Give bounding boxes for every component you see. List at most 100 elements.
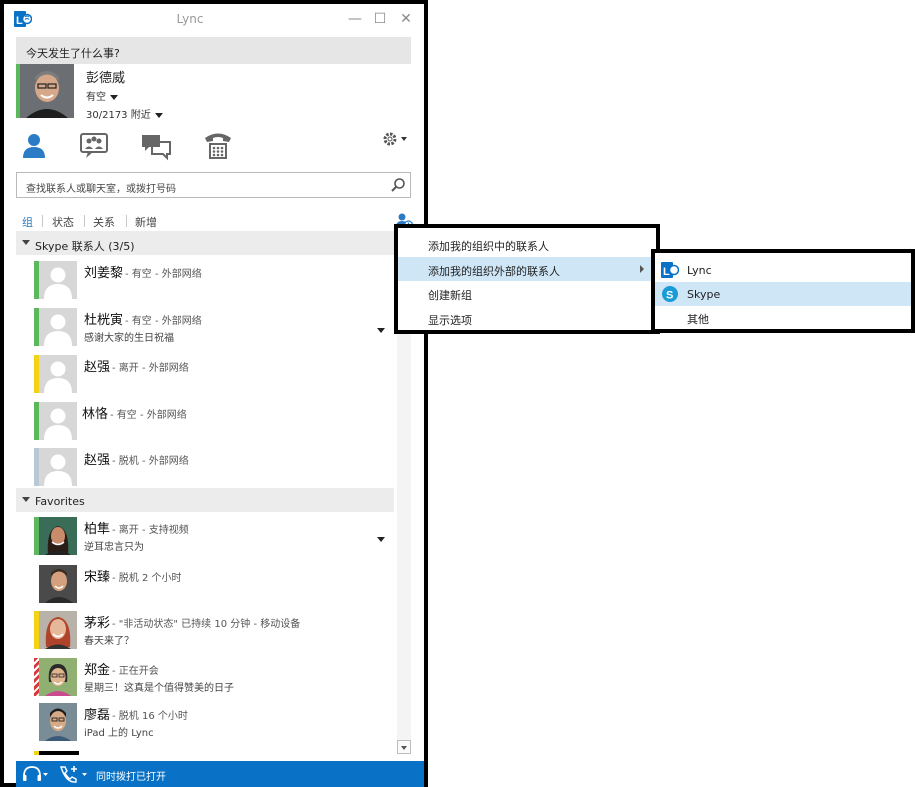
close-button[interactable]: ✕ <box>396 9 416 29</box>
contact-name: 刘姜黎 <box>84 266 124 281</box>
my-name: 彭德威 <box>86 71 126 86</box>
contact-row[interactable]: 刘姜黎 - 有空 - 外部网络 <box>34 261 394 301</box>
title-bar[interactable]: L Lync — ☐ ✕ <box>4 4 424 34</box>
minimize-button[interactable]: — <box>345 9 365 29</box>
default-avatar-icon <box>39 308 77 346</box>
status-footer: 同时拨打已打开 <box>16 761 424 787</box>
tab-status[interactable]: 状态 <box>52 214 74 230</box>
location-dropdown[interactable]: 30/2173 附近 <box>86 106 163 121</box>
contact-row[interactable]: 柏隼 - 离开 - 支持视频 逆耳忠言只为 <box>34 517 394 557</box>
contact-detail: - "非活动状态" 已持续 10 分钟 - 移动设备 <box>112 619 301 630</box>
search-placeholder: 查找联系人或聊天室，或拨打号码 <box>26 184 176 195</box>
conversations-icon[interactable] <box>140 130 172 162</box>
chevron-down-icon[interactable] <box>377 328 385 333</box>
search-icon[interactable] <box>390 177 406 193</box>
contact-row[interactable]: 赵强 - 离开 - 外部网络 <box>34 355 394 395</box>
phone-icon[interactable] <box>202 130 234 162</box>
contact-name: 宋臻 <box>84 570 111 585</box>
contact-detail: - 脱机 2 个小时 <box>112 573 182 584</box>
chevron-down-icon <box>154 112 163 118</box>
presence-dropdown[interactable]: 有空 <box>86 88 118 103</box>
default-avatar-icon <box>39 402 77 440</box>
contact-photo <box>39 611 77 649</box>
chevron-down-icon <box>110 94 118 100</box>
my-avatar[interactable] <box>16 64 74 118</box>
presence-label: 有空 <box>86 92 106 103</box>
chat-rooms-icon[interactable] <box>78 130 110 162</box>
collapse-triangle-icon[interactable] <box>22 240 30 245</box>
scroll-down-icon <box>401 746 407 750</box>
contact-row[interactable]: 林恪 - 有空 - 外部网络 <box>34 402 394 442</box>
menu-item-add-external[interactable]: 添加我的组织外部的联系人 <box>398 257 656 281</box>
contact-row[interactable]: 茅彩 - "非活动状态" 已持续 10 分钟 - 移动设备 春天来了？ <box>34 611 394 651</box>
menu-item-show-options[interactable]: 显示选项 <box>398 306 656 330</box>
menu-item-other[interactable]: 其他 <box>655 305 911 329</box>
contact-name: 郑金 <box>84 663 111 678</box>
headset-icon[interactable] <box>22 765 48 783</box>
chevron-down-icon[interactable] <box>377 537 385 542</box>
external-contact-submenu: L Lync S Skype 其他 <box>651 249 915 333</box>
contact-photo <box>39 517 77 555</box>
group-label: Skype 联系人 (3/5) <box>35 240 135 253</box>
tab-divider <box>126 215 127 227</box>
gear-icon[interactable] <box>380 129 412 149</box>
contact-name: 林恪 <box>82 407 109 422</box>
contact-row[interactable]: 廖磊 - 脱机 16 个小时 iPad 上的 Lync <box>34 703 394 743</box>
contact-row[interactable]: 赵强 - 脱机 - 外部网络 <box>34 448 394 488</box>
contact-detail: - 正在开会 <box>112 666 159 677</box>
menu-item-label: Lync <box>687 264 712 277</box>
search-input[interactable]: 查找联系人或聊天室，或拨打号码 <box>16 172 411 198</box>
contact-photo <box>39 703 77 741</box>
tab-relationships[interactable]: 关系 <box>93 214 115 230</box>
scroll-down-button[interactable] <box>397 740 411 754</box>
contact-row[interactable]: 杜桄寅 - 有空 - 外部网络 感谢大家的生日祝福 <box>34 308 394 348</box>
svg-text:L: L <box>663 266 670 278</box>
contacts-icon[interactable] <box>18 130 50 162</box>
tab-groups[interactable]: 组 <box>22 214 33 230</box>
skype-icon: S <box>662 286 678 302</box>
contact-detail: - 离开 - 支持视频 <box>112 525 189 536</box>
menu-item-lync[interactable]: L Lync <box>655 258 911 282</box>
contact-name: 茅彩 <box>84 616 111 631</box>
contact-name: 赵强 <box>84 360 111 375</box>
default-avatar-icon <box>39 355 77 393</box>
collapse-triangle-icon[interactable] <box>22 497 30 502</box>
menu-item-label: 添加我的组织外部的联系人 <box>428 265 560 278</box>
menu-item-add-internal[interactable]: 添加我的组织中的联系人 <box>398 232 656 256</box>
default-avatar-icon <box>39 261 77 299</box>
contact-detail: - 有空 - 外部网络 <box>125 269 202 280</box>
footer-status-text: 同时拨打已打开 <box>96 772 166 783</box>
group-header-skype[interactable]: Skype 联系人 (3/5) <box>16 231 394 255</box>
contact-row[interactable]: 宋臻 - 脱机 2 个小时 <box>34 565 394 605</box>
add-contact-menu: 添加我的组织中的联系人 添加我的组织外部的联系人 创建新组 显示选项 <box>394 224 660 334</box>
contact-detail: - 离开 - 外部网络 <box>112 363 189 374</box>
contact-note: 春天来了？ <box>84 636 134 647</box>
submenu-arrow-icon <box>640 265 644 273</box>
contact-note: 感谢大家的生日祝福 <box>84 333 174 344</box>
contact-row[interactable]: 郑金 - 正在开会 星期三！这真是个值得赞美的日子 <box>34 658 394 698</box>
call-forwarding-icon[interactable] <box>58 765 88 783</box>
menu-item-label: Skype <box>687 288 721 301</box>
contact-name: 柏隼 <box>84 522 111 537</box>
contact-name: 赵强 <box>84 453 111 468</box>
contact-detail: - 脱机 16 个小时 <box>112 711 188 722</box>
contact-photo <box>39 565 77 603</box>
window-title: Lync <box>176 12 204 26</box>
contact-note: iPad 上的 Lync <box>84 728 154 739</box>
group-label: Favorites <box>35 495 85 508</box>
lync-icon: L <box>661 262 679 278</box>
contact-name: 廖磊 <box>84 708 111 723</box>
location-label: 30/2173 附近 <box>86 110 151 121</box>
maximize-button[interactable]: ☐ <box>370 9 390 29</box>
contact-name: 杜桄寅 <box>84 313 124 328</box>
svg-text:S: S <box>666 290 673 302</box>
contact-detail: - 有空 - 外部网络 <box>125 316 202 327</box>
contact-note: 星期三！这真是个值得赞美的日子 <box>84 683 234 694</box>
menu-item-create-group[interactable]: 创建新组 <box>398 281 656 305</box>
tab-new[interactable]: 新增 <box>135 214 157 230</box>
default-avatar-icon <box>39 448 77 486</box>
tab-divider <box>84 215 85 227</box>
group-header-favorites[interactable]: Favorites <box>16 488 394 512</box>
status-message-input[interactable]: 今天发生了什么事? <box>16 37 411 64</box>
menu-item-skype[interactable]: S Skype <box>655 282 911 306</box>
